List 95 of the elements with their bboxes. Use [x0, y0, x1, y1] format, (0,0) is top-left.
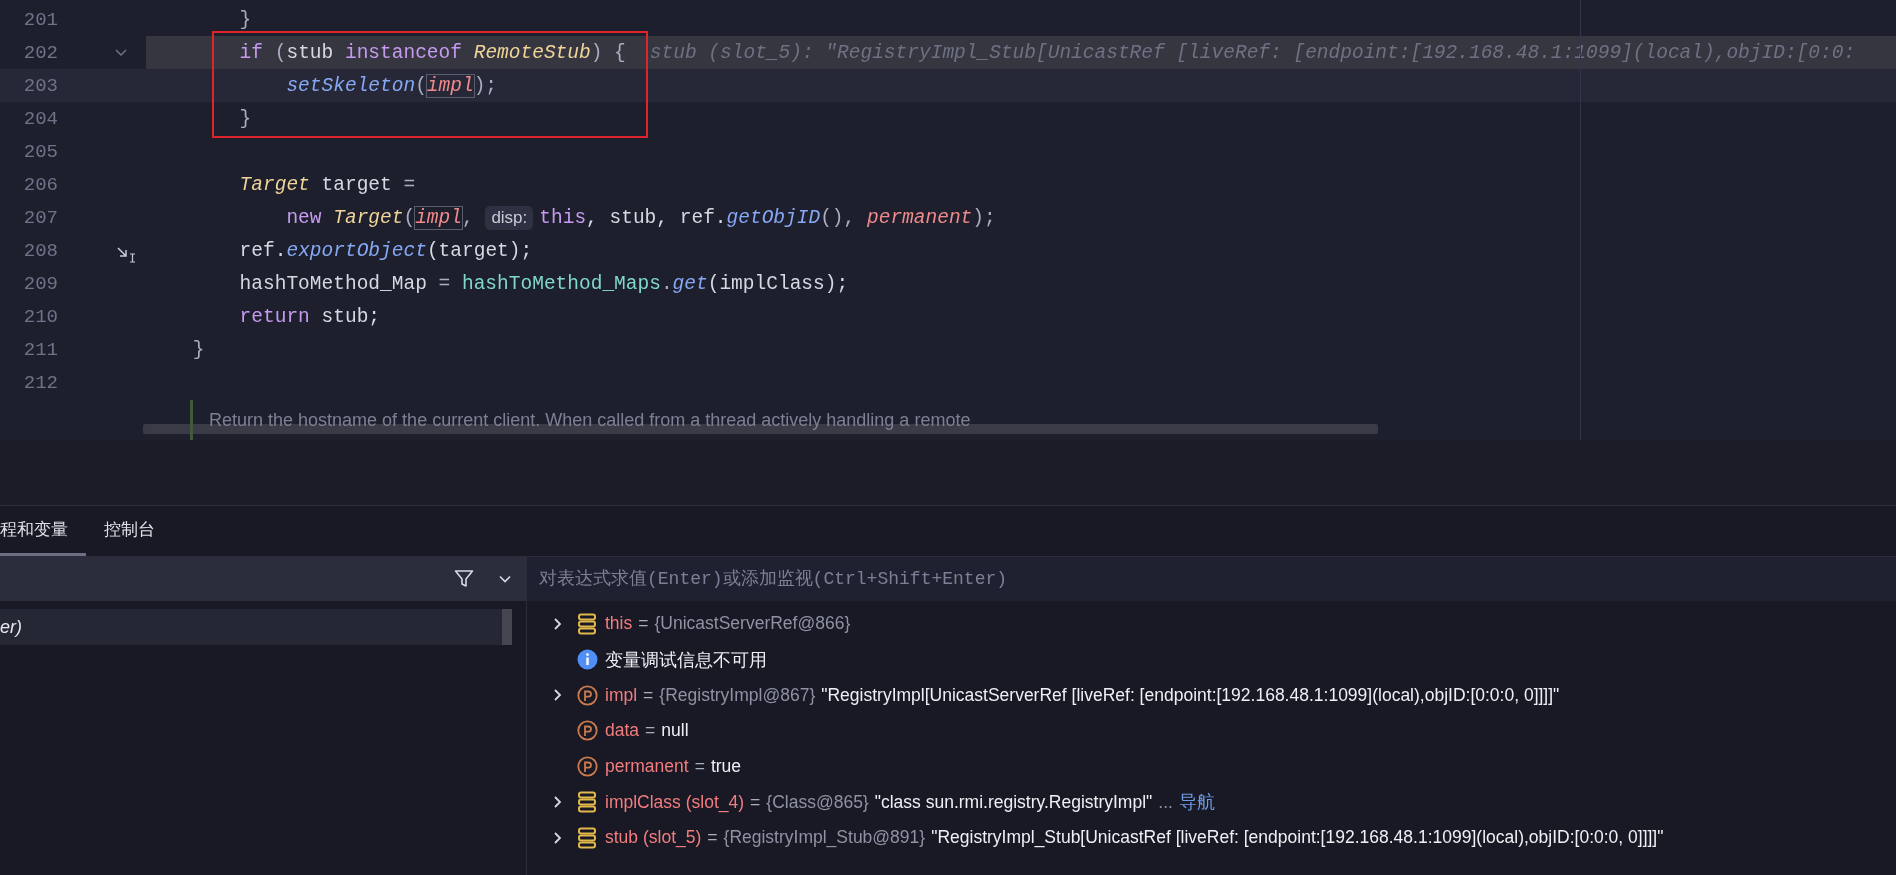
parameter-icon [576, 720, 598, 742]
variable-name: stub (slot_5) [605, 827, 702, 849]
parameter-hint: disp: [485, 205, 534, 230]
line-number: 207 [22, 206, 58, 229]
code-token: ref. [238, 239, 287, 262]
field-icon [577, 791, 597, 814]
documentation-text: Return the hostname of the current client. When called from a thread actively handling a remote [208, 409, 971, 431]
highlighted-code-token: impl [426, 74, 474, 97]
inline-debug-value: stub (slot_5): "RegistryImpl_Stub[UnicastRef [liveRef: [endpoint:[192.168.48.1:1099](local),objID:[0:0: [649, 41, 1856, 64]
variable-name: permanent [605, 756, 689, 778]
line-number: 204 [22, 107, 58, 130]
line-number: 202 [22, 41, 58, 64]
code-token: setSkeleton [285, 74, 416, 97]
variable-value: "class sun.rmi.registry.RegistryImpl" [874, 791, 1153, 813]
code-token: ( [403, 206, 416, 229]
evaluate-field[interactable]: 对表达式求值(Enter)或添加监视(Ctrl+Shift+Enter) [527, 557, 1896, 601]
field-icon [577, 612, 597, 635]
variable-name: data [605, 720, 640, 742]
variable-type: {RegistryImpl@867} [659, 684, 816, 706]
code-token: stub; [321, 305, 381, 328]
parameter-icon [576, 684, 598, 706]
code-token: ) { [590, 41, 626, 64]
code-token: RemoteStub [473, 41, 591, 64]
line-number: 206 [22, 173, 58, 196]
equals-sign: = [707, 827, 718, 849]
variable-name: impl [605, 684, 638, 706]
expand-icon[interactable] [553, 616, 563, 631]
code-token: exportObject [286, 239, 427, 262]
code-token: ( [273, 41, 287, 64]
variable-value: true [710, 756, 742, 778]
line-number: 212 [22, 371, 58, 394]
code-token: new [285, 206, 323, 229]
code-token: getObjID [726, 206, 821, 229]
line-number: 209 [22, 272, 58, 295]
variable-name: this [605, 613, 633, 635]
variable-value: "RegistryImpl[UnicastServerRef [liveRef: [endpoint:[192.168.48.1:1099](local),objID:[0:0:0, 0]]]]" [821, 684, 1560, 706]
code-token: hashToMethod_Maps [461, 272, 661, 295]
chevron-down-icon[interactable] [498, 574, 512, 584]
equals-sign: = [694, 756, 705, 778]
code-token: Target [238, 173, 310, 196]
equals-sign: = [645, 720, 656, 742]
code-token: if [238, 41, 264, 64]
code-token: , stub, ref. [586, 206, 727, 229]
code-token: . [660, 272, 673, 295]
highlighted-code-token: impl [415, 206, 462, 229]
ellipsis: ... [1158, 791, 1173, 813]
code-token: } [191, 338, 205, 361]
expand-icon[interactable] [553, 688, 563, 703]
panel-tab[interactable]: 控制台 [86, 506, 173, 556]
code-token: } [238, 8, 252, 31]
stack-frame[interactable]: er) [0, 609, 512, 645]
code-token: (target); [426, 239, 533, 262]
line-number: 210 [22, 305, 58, 328]
code-token: (implClass); [707, 272, 849, 295]
equals-sign: = [643, 684, 654, 706]
code-token: permanent [867, 206, 973, 229]
code-token: , [461, 206, 475, 229]
parameter-icon [576, 756, 598, 778]
filter-icon[interactable] [454, 569, 474, 589]
expand-icon[interactable] [553, 830, 563, 845]
run-to-cursor-icon[interactable] [116, 245, 138, 264]
code-token: = [438, 272, 452, 295]
line-number: 211 [22, 338, 58, 361]
field-icon [577, 826, 597, 849]
line-number: 208 [22, 239, 58, 262]
equals-sign: = [638, 613, 649, 635]
code-token: ( [415, 74, 427, 97]
variable-type: {RegistryImpl_Stub@891} [723, 827, 926, 849]
code-token: this [539, 206, 587, 229]
code-token: target [320, 173, 393, 196]
code-token: return [238, 305, 311, 328]
code-token: } [238, 107, 252, 130]
variable-type: {Class@865} [766, 791, 869, 813]
variable-name: implClass (slot_4) [605, 791, 745, 813]
navigate-link[interactable]: 导航 [1178, 790, 1215, 815]
variable-value: null [661, 720, 689, 742]
code-token: hashToMethod_Map [238, 272, 428, 295]
code-token: get [672, 272, 708, 295]
line-number: 205 [22, 140, 58, 163]
code-token: Target [333, 206, 404, 229]
equals-sign: = [750, 791, 761, 813]
line-number: 203 [22, 74, 58, 97]
code-token: instanceof [344, 41, 463, 64]
line-number: 201 [22, 8, 58, 31]
info-icon [576, 649, 598, 671]
variable-type: {UnicastServerRef@866} [654, 613, 851, 635]
info-message: 变量调试信息不可用 [605, 648, 767, 672]
variable-value: "RegistryImpl_Stub[UnicastRef [liveRef: [endpoint:[192.168.48.1:1099](local),objID:[0:0:0, 0]]]]" [931, 827, 1664, 849]
code-token: (), [820, 206, 857, 229]
code-token: = [403, 173, 416, 196]
code-token: stub [286, 41, 335, 64]
code-token: ); [473, 74, 498, 97]
expand-icon[interactable] [553, 795, 563, 810]
fold-icon[interactable] [114, 47, 128, 58]
code-token: ); [972, 206, 996, 229]
